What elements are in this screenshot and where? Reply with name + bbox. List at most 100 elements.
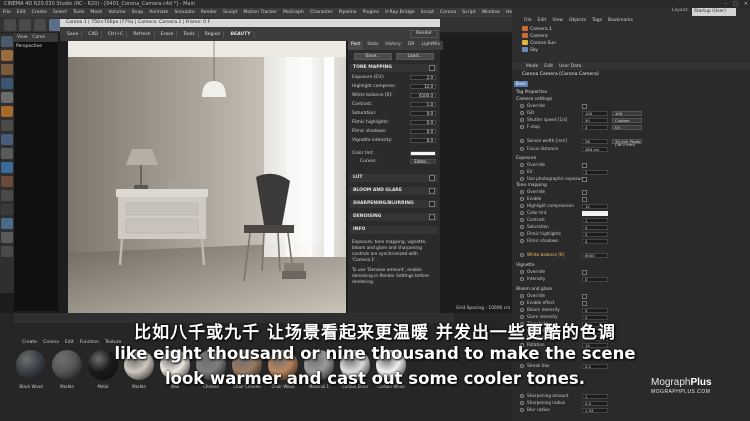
attr-value-field[interactable]: 0 [582,238,608,244]
attr-checkbox[interactable] [582,269,587,275]
attr-value-field[interactable]: 1 [582,217,608,223]
tone-param-value[interactable]: 0.0 [410,120,436,125]
viewport-menu-cameras[interactable]: Came [32,35,45,40]
tone-param-value[interactable]: 0.0 [410,111,436,116]
left-tool-icon[interactable] [1,190,13,201]
attr-preset-dropdown[interactable]: 35 mm Photo (36.0 mm) [612,138,642,146]
attr-checkbox[interactable] [582,189,587,195]
tone-mapping-section[interactable]: TONE MAPPING [350,64,438,72]
left-tool-icon[interactable] [1,162,13,173]
objmgr-menu-view[interactable]: View [552,18,563,23]
attr-value-field[interactable]: 6500 [582,252,608,258]
animate-bullet-icon[interactable] [520,301,524,305]
left-tool-icon[interactable] [1,64,13,75]
attr-value-field[interactable]: 1 [582,393,608,399]
menu-item-motion-tracker[interactable]: Motion Tracker [243,10,277,15]
animate-bullet-icon[interactable] [520,294,524,298]
save-preset-button[interactable]: Save... [354,53,392,60]
menu-item-character[interactable]: Character [310,10,333,15]
object-row[interactable]: Camera.1 [522,26,552,33]
attr-value-field[interactable]: 4 [582,124,608,130]
render-toolbar-refresh[interactable]: Refresh [130,30,155,38]
animate-bullet-icon[interactable] [520,232,524,236]
animate-bullet-icon[interactable] [520,197,524,201]
section-enable-checkbox[interactable] [429,175,435,181]
attr-value-field[interactable]: 1.33 [582,407,608,413]
color-tint-swatch[interactable] [410,151,436,156]
menu-item-tools[interactable]: Tools [73,10,84,15]
layout-select[interactable]: Startup (User) [692,8,736,16]
render-toolbar-ctrl-c[interactable]: Ctrl+C [105,30,128,38]
animate-bullet-icon[interactable] [520,139,524,143]
attr-value-field[interactable]: 0 [582,307,608,313]
close-button[interactable]: ✕ [744,0,748,8]
objmgr-menu-bookmarks[interactable]: Bookmarks [608,18,633,23]
attr-value-field[interactable]: 12 [582,203,608,209]
section-bloom-and-glare[interactable]: BLOOM AND GLARE [350,187,438,195]
animate-bullet-icon[interactable] [520,270,524,274]
left-tool-icon[interactable] [1,78,13,89]
left-tool-icon[interactable] [1,218,13,229]
menu-item-volume[interactable]: Volume [108,10,125,15]
animate-bullet-icon[interactable] [520,163,524,167]
tone-param-value[interactable]: 0.0 [410,129,436,134]
tab-post[interactable]: Post [348,41,364,50]
minimize-button[interactable]: – [725,0,728,8]
menu-item-script[interactable]: Script [462,10,475,15]
objmgr-menu-objects[interactable]: Objects [569,18,586,23]
left-tool-icon[interactable] [1,92,13,103]
animate-bullet-icon[interactable] [520,239,524,243]
left-tool-icon[interactable] [1,134,13,145]
menu-item-plugins[interactable]: Plugins [363,10,379,15]
left-tool-icon[interactable] [1,148,13,159]
menu-item-animate[interactable]: Animate [149,10,168,15]
attr-checkbox[interactable] [582,293,587,299]
animate-bullet-icon[interactable] [520,394,524,398]
object-row[interactable]: Sky [522,47,538,54]
left-tool-icon[interactable] [1,204,13,215]
attr-value-field[interactable]: 484 cm [582,146,608,152]
render-toolbar-tools[interactable]: Tools [180,30,199,38]
attr-checkbox[interactable] [582,162,587,168]
section-info[interactable]: INFO [350,226,438,234]
animate-bullet-icon[interactable] [520,111,524,115]
animate-bullet-icon[interactable] [520,401,524,405]
section-denoising[interactable]: DENOISING [350,213,438,221]
menu-item-select[interactable]: Select [53,10,67,15]
attr-preset-dropdown[interactable]: Custom [612,117,642,123]
attr-color-swatch[interactable] [582,210,608,216]
objmgr-menu-file[interactable]: File [524,18,532,23]
tab-history[interactable]: History [382,41,405,50]
attr-value-field[interactable]: 0 [582,276,608,282]
tab-stats[interactable]: Stats [364,41,382,50]
attr-value-field[interactable]: 0.5 [582,400,608,406]
maximize-button[interactable]: □ [733,0,738,8]
left-tool-icon[interactable] [1,232,13,243]
menu-item-v-ray-bridge[interactable]: V-Ray Bridge [385,10,415,15]
animate-bullet-icon[interactable] [520,170,524,174]
tone-mapping-enable-checkbox[interactable] [429,65,435,71]
menu-item-simulate[interactable]: Simulate [174,10,194,15]
tone-param-value[interactable]: 0.0 [410,138,436,143]
toolbar-tool-icon[interactable] [34,19,46,31]
objmgr-menu-edit[interactable]: Edit [538,18,547,23]
animate-bullet-icon[interactable] [520,364,524,368]
animate-bullet-icon[interactable] [520,125,524,129]
menu-item-window[interactable]: Window [482,10,500,15]
attr-menu-user-data[interactable]: User Data [559,64,581,69]
attr-value-field[interactable]: 0 [582,231,608,237]
section-enable-checkbox[interactable] [429,201,435,207]
menu-item-mograph[interactable]: MoGraph [283,10,304,15]
tone-param-value[interactable]: 12.0 [410,84,436,89]
tone-param-value[interactable]: 6500.0 [410,93,436,98]
render-toolbar-beauty[interactable]: BEAUTY [227,30,255,38]
curves-editor-button[interactable]: Editor... [410,159,436,164]
left-tool-icon[interactable] [1,36,13,47]
attr-value-field[interactable]: 36 [582,138,608,144]
menu-item-pipeline[interactable]: Pipeline [339,10,357,15]
attr-checkbox[interactable] [582,176,587,182]
menu-item-snap[interactable]: Snap [132,10,144,15]
animate-bullet-icon[interactable] [520,147,524,151]
load-preset-button[interactable]: Load... [396,53,434,60]
menu-item-file[interactable]: File [3,10,11,15]
